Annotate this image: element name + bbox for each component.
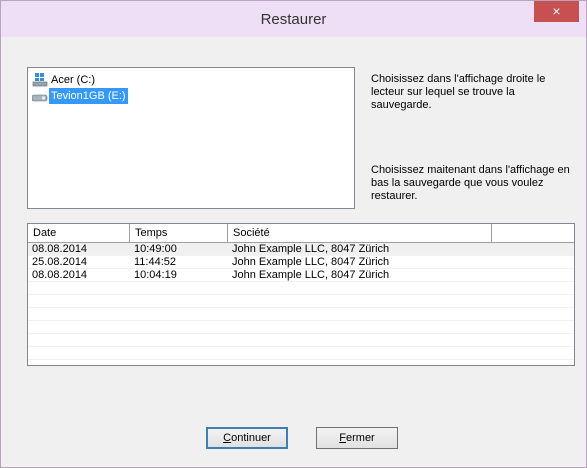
table-row-empty <box>28 308 574 321</box>
cell-time: 10:49:00 <box>134 243 177 255</box>
drive-list[interactable]: Acer (C:) Tevion1GB (E:) <box>27 67 355 209</box>
table-row-empty <box>28 347 574 360</box>
column-header-company[interactable]: Société <box>228 224 492 242</box>
cell-date: 25.08.2014 <box>32 256 88 268</box>
table-row[interactable]: 25.08.2014 11:44:52 John Example LLC, 80… <box>28 256 574 269</box>
continue-button[interactable]: Continuer <box>206 427 288 449</box>
close-button[interactable]: Fermer <box>316 427 398 449</box>
mnemonic-c: C <box>223 432 232 444</box>
instruction-select-drive: Choisissez dans l'affichage droite le le… <box>371 73 546 111</box>
table-row-empty <box>28 295 574 308</box>
table-header: Date Temps Société <box>28 224 574 243</box>
table-row[interactable]: 08.08.2014 10:49:00 John Example LLC, 80… <box>28 243 574 256</box>
cell-company: John Example LLC, 8047 Zürich <box>232 269 390 281</box>
title-bar[interactable]: Restaurer × <box>1 1 586 37</box>
table-row-empty <box>28 282 574 295</box>
instruction-select-backup: Choisissez maitenant dans l'affichage en… <box>371 164 570 202</box>
windows-drive-icon <box>32 73 48 87</box>
cell-company: John Example LLC, 8047 Zürich <box>232 256 390 268</box>
drive-label: Tevion1GB (E:) <box>49 88 128 104</box>
cell-date: 08.08.2014 <box>32 269 88 281</box>
cell-date: 08.08.2014 <box>32 243 88 255</box>
mnemonic-f: F <box>339 432 346 444</box>
table-row-empty <box>28 334 574 347</box>
drive-label: Acer (C:) <box>51 74 95 86</box>
cell-company: John Example LLC, 8047 Zürich <box>232 243 390 255</box>
table-row-empty <box>28 321 574 334</box>
usb-drive-icon <box>31 89 48 103</box>
window-title: Restaurer <box>260 11 327 28</box>
cell-time: 11:44:52 <box>134 256 177 268</box>
restore-dialog: Restaurer × Acer (C:) Tevion1GB (E:) Cho… <box>0 0 587 468</box>
column-header-empty[interactable] <box>492 224 574 242</box>
continue-label: ontinuer <box>231 432 271 444</box>
column-header-time[interactable]: Temps <box>130 224 228 242</box>
column-header-date[interactable]: Date <box>28 224 130 242</box>
cell-time: 10:04:19 <box>134 269 177 281</box>
close-window-button[interactable]: × <box>534 1 579 22</box>
table-row[interactable]: 08.08.2014 10:04:19 John Example LLC, 80… <box>28 269 574 282</box>
backup-table[interactable]: Date Temps Société 08.08.2014 10:49:00 J… <box>27 223 575 366</box>
close-label: ermer <box>346 432 375 444</box>
